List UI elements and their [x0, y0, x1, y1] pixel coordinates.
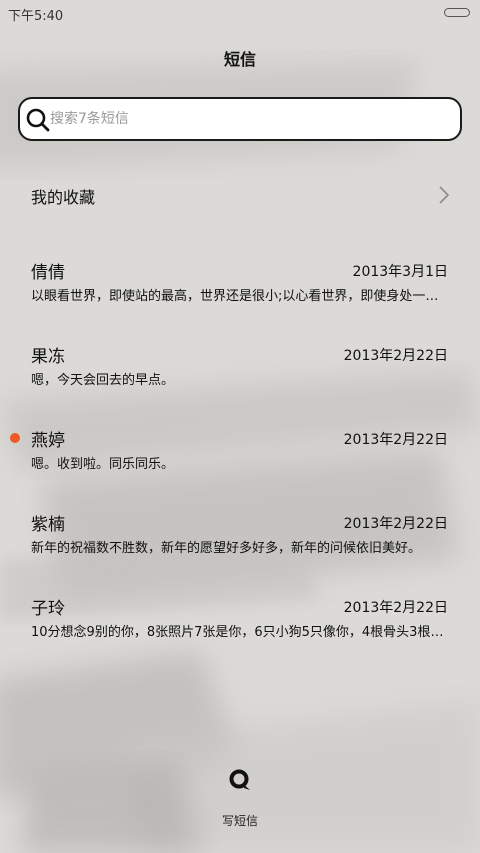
- conversation-name: 子玲: [31, 599, 65, 619]
- conversation-preview: 以眼看世界，即使站的最高，世界还是很小;以心看世界，即使身处一隅，世界依然很大。: [31, 289, 449, 304]
- page-title: 短信: [223, 50, 256, 69]
- compose-message-icon: [229, 769, 250, 790]
- chevron-right-icon: [439, 186, 450, 204]
- unread-dot-icon: [10, 433, 20, 443]
- conversation-name: 燕婷: [31, 431, 65, 451]
- conversation-name: 果冻: [31, 347, 65, 367]
- search-icon: [26, 108, 50, 132]
- status-time: 下午5:40: [8, 9, 64, 24]
- conversation-item[interactable]: 倩倩 2013年3月1日 以眼看世界，即使站的最高，世界还是很小;以心看世界，即…: [0, 250, 480, 334]
- conversation-name: 倩倩: [31, 263, 65, 283]
- conversation-date: 2013年2月22日: [343, 432, 448, 448]
- conversation-item[interactable]: 紫楠 2013年2月22日 新年的祝福数不胜数，新年的愿望好多好多，新年的问候依…: [0, 502, 480, 586]
- conversation-date: 2013年2月22日: [343, 348, 448, 364]
- favorites-row[interactable]: 我的收藏: [0, 172, 480, 218]
- conversation-item[interactable]: 子玲 2013年2月22日 10分想念9别的你，8张照片7张是你，6只小狗5只像…: [0, 586, 480, 670]
- conversation-preview: 10分想念9别的你，8张照片7张是你，6只小狗5只像你，4根骨头3根给你。: [31, 625, 449, 640]
- search-box[interactable]: [18, 97, 462, 141]
- battery-icon: [444, 8, 470, 17]
- conversation-list: 倩倩 2013年3月1日 以眼看世界，即使站的最高，世界还是很小;以心看世界，即…: [0, 250, 480, 670]
- conversation-preview: 新年的祝福数不胜数，新年的愿望好多好多，新年的问候依旧美好。: [31, 541, 422, 556]
- conversation-name: 紫楠: [31, 515, 65, 535]
- compose-button[interactable]: 写短信: [190, 760, 290, 834]
- search-input[interactable]: [50, 105, 450, 133]
- conversation-preview: 嗯。收到啦。同乐同乐。: [31, 457, 175, 472]
- conversation-item[interactable]: 果冻 2013年2月22日 嗯，今天会回去的早点。: [0, 334, 480, 418]
- conversation-date: 2013年2月22日: [343, 600, 448, 616]
- compose-label: 写短信: [221, 814, 258, 828]
- conversation-date: 2013年2月22日: [343, 516, 448, 532]
- favorites-label: 我的收藏: [31, 188, 96, 207]
- conversation-item[interactable]: 燕婷 2013年2月22日 嗯。收到啦。同乐同乐。: [0, 418, 480, 502]
- conversation-date: 2013年3月1日: [352, 264, 448, 280]
- conversation-preview: 嗯，今天会回去的早点。: [31, 373, 175, 388]
- status-bar: 下午5:40: [0, 0, 480, 26]
